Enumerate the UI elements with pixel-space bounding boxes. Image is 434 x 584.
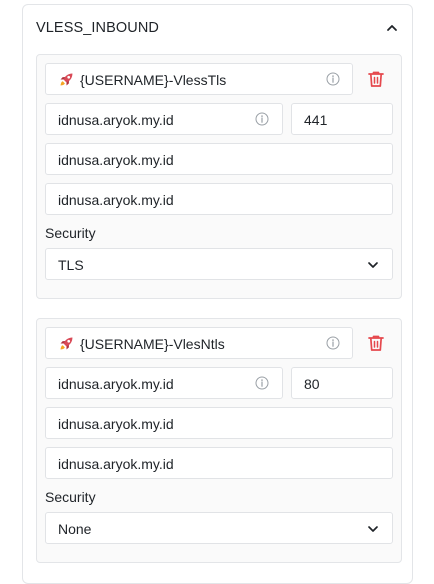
security-select[interactable]: None [45, 512, 393, 544]
port-value: 80 [304, 376, 320, 392]
sni-field[interactable]: idnusa.aryok.my.id [45, 447, 393, 479]
info-icon[interactable] [255, 376, 269, 390]
host-field[interactable]: idnusa.aryok.my.id [45, 143, 393, 175]
host-value: idnusa.aryok.my.id [58, 416, 174, 432]
port-field[interactable]: 80 [291, 367, 393, 399]
security-label: Security [45, 489, 96, 505]
inbound-name-field[interactable]: {USERNAME}-VlesNtls [45, 327, 353, 359]
security-value: TLS [58, 257, 84, 273]
rocket-icon [60, 73, 73, 86]
sni-field[interactable]: idnusa.aryok.my.id [45, 183, 393, 215]
sni-value: idnusa.aryok.my.id [58, 192, 174, 208]
trash-icon[interactable] [366, 333, 386, 353]
info-icon[interactable] [326, 336, 340, 350]
security-value: None [58, 521, 92, 537]
address-value: idnusa.aryok.my.id [58, 112, 174, 128]
port-value: 441 [304, 112, 328, 128]
address-field[interactable]: idnusa.aryok.my.id [45, 367, 283, 399]
rocket-icon [60, 337, 73, 350]
chevron-down-icon [368, 526, 378, 532]
host-field[interactable]: idnusa.aryok.my.id [45, 407, 393, 439]
vless-inbound-section: VLESS_INBOUND {USERNAME}-VlessTls idnusa… [22, 4, 413, 584]
inbound-name-value: {USERNAME}-VlessTls [80, 72, 227, 88]
chevron-down-icon [368, 262, 378, 268]
inbound-card: {USERNAME}-VlessTls idnusa.aryok.my.id 4… [36, 54, 402, 299]
trash-icon[interactable] [366, 69, 386, 89]
address-value: idnusa.aryok.my.id [58, 376, 174, 392]
info-icon[interactable] [255, 112, 269, 126]
inbound-name-field[interactable]: {USERNAME}-VlessTls [45, 63, 353, 95]
chevron-up-icon[interactable] [385, 21, 399, 35]
address-field[interactable]: idnusa.aryok.my.id [45, 103, 283, 135]
section-title: VLESS_INBOUND [36, 20, 159, 36]
inbound-name-value: {USERNAME}-VlesNtls [80, 336, 225, 352]
security-select[interactable]: TLS [45, 248, 393, 280]
security-label: Security [45, 225, 96, 241]
info-icon[interactable] [326, 72, 340, 86]
section-header[interactable]: VLESS_INBOUND [23, 5, 412, 51]
sni-value: idnusa.aryok.my.id [58, 456, 174, 472]
port-field[interactable]: 441 [291, 103, 393, 135]
host-value: idnusa.aryok.my.id [58, 152, 174, 168]
inbound-card: {USERNAME}-VlesNtls idnusa.aryok.my.id 8… [36, 318, 402, 563]
